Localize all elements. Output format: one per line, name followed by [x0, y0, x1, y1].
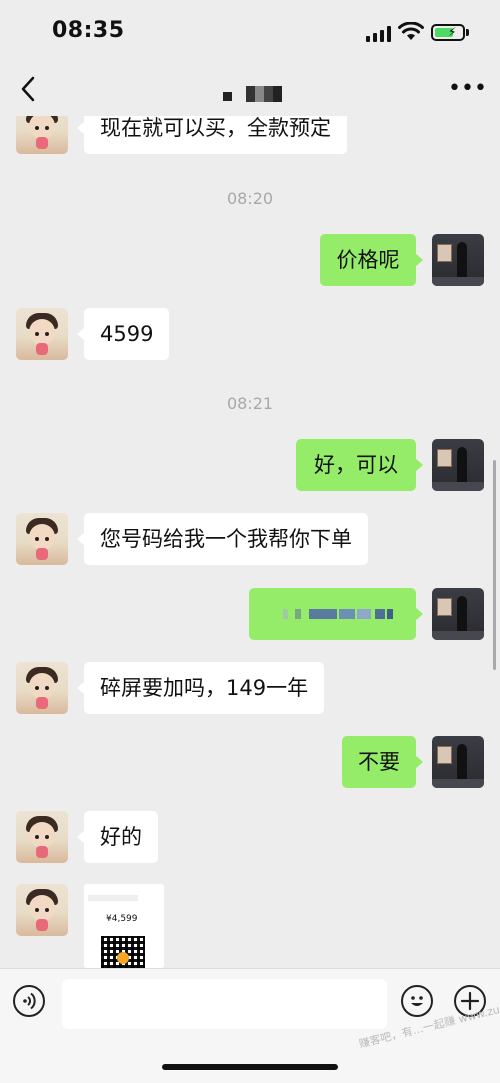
- battery-icon: ⚡: [431, 24, 465, 41]
- image-amount: ¥4,599: [106, 914, 138, 924]
- contact-avatar[interactable]: [16, 513, 68, 565]
- scrollbar[interactable]: [493, 460, 496, 670]
- home-indicator: [162, 1064, 338, 1070]
- contact-avatar[interactable]: [16, 811, 68, 863]
- image-header: [88, 886, 160, 892]
- timestamp: 08:20: [226, 189, 274, 208]
- message-bubble-incoming[interactable]: 好的: [77, 811, 158, 863]
- voice-button[interactable]: [13, 985, 45, 1017]
- image-subheader: [88, 895, 138, 901]
- back-button[interactable]: [14, 72, 44, 106]
- status-time: 08:35: [52, 18, 125, 43]
- message-bubble-phone-number[interactable]: [249, 588, 423, 640]
- message-bubble-incoming[interactable]: 您号码给我一个我帮你下单: [77, 513, 368, 565]
- emoji-button[interactable]: [401, 985, 433, 1017]
- wifi-icon: [398, 22, 424, 40]
- contact-avatar[interactable]: [16, 884, 68, 936]
- battery-cap: [466, 29, 469, 36]
- message-bubble-outgoing[interactable]: 价格呢: [320, 234, 423, 286]
- message-bubble-outgoing[interactable]: 不要: [342, 736, 423, 788]
- message-bubble-incoming[interactable]: 碎屏要加吗，149一年: [76, 662, 325, 714]
- message-bubble-incoming[interactable]: 现在就可以买，全款预定: [77, 116, 347, 154]
- chevron-left-icon: [21, 76, 35, 102]
- input-bar: 赚客吧，有…一起赚 www.zuanke8.com: [0, 968, 500, 1083]
- cellular-signal-icon: [366, 26, 392, 42]
- chat-title-pixelated: [220, 86, 284, 102]
- self-avatar[interactable]: [432, 588, 484, 640]
- message-bubble-incoming[interactable]: 4599: [76, 308, 170, 360]
- timestamp: 08:21: [226, 394, 274, 413]
- chat-area[interactable]: 现在就可以买，全款预定 08:20 价格呢 4599 08:21 好，可以 您号…: [0, 116, 500, 968]
- message-input[interactable]: [62, 979, 387, 1029]
- more-options-button[interactable]: •••: [448, 78, 487, 100]
- payment-screenshot-image[interactable]: ¥4,599: [84, 884, 164, 968]
- contact-avatar[interactable]: [16, 308, 68, 360]
- contact-avatar[interactable]: [16, 662, 68, 714]
- self-avatar[interactable]: [432, 736, 484, 788]
- contact-avatar[interactable]: [16, 116, 68, 154]
- status-bar: 08:35 ⚡: [0, 0, 500, 64]
- qr-code-icon: [101, 936, 145, 968]
- emoji-icon: [411, 996, 423, 1006]
- message-bubble-outgoing[interactable]: 好，可以: [296, 439, 423, 491]
- self-avatar[interactable]: [432, 439, 484, 491]
- voice-icon: [23, 992, 36, 1010]
- nav-bar: •••: [0, 64, 500, 116]
- pixelated-phone-number: [283, 609, 395, 619]
- self-avatar[interactable]: [432, 234, 484, 286]
